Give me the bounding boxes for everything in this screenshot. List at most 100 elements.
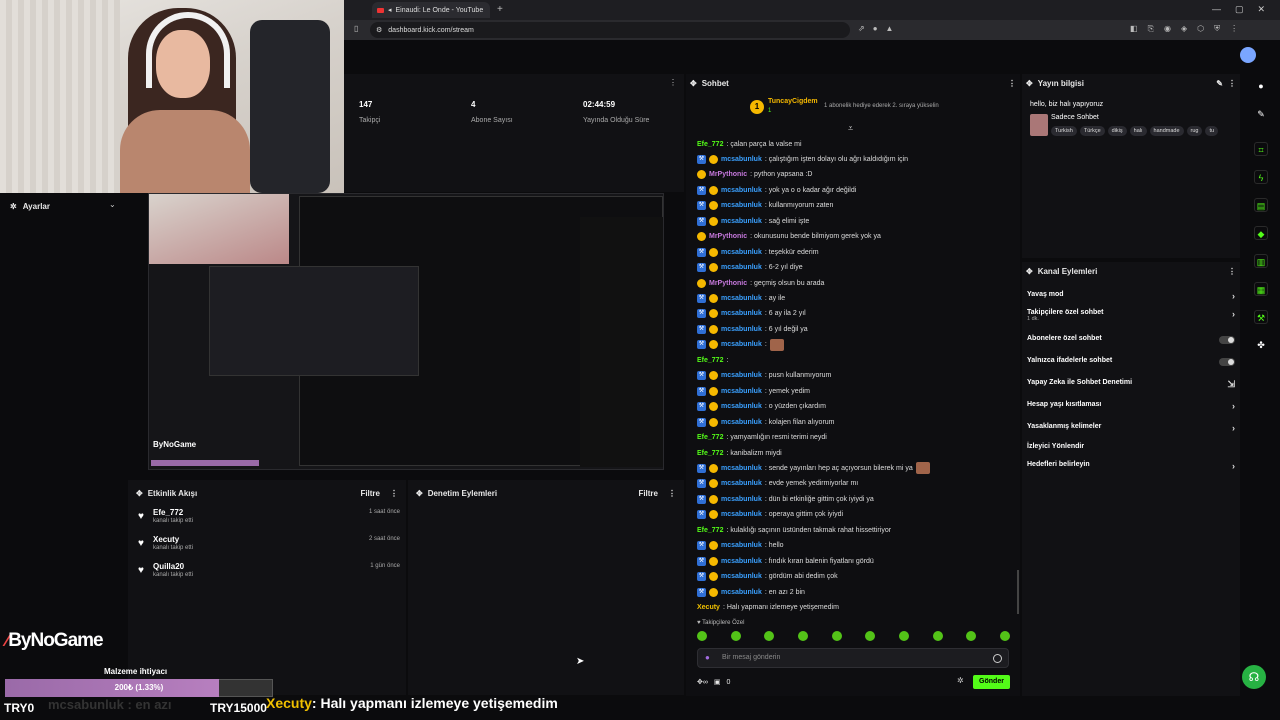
- channel-action-item[interactable]: Hedefleri belirleyin ›: [1027, 461, 1237, 475]
- stream-category[interactable]: Sadece Sohbet: [1051, 114, 1099, 121]
- feed-user[interactable]: Efe_772: [153, 508, 183, 517]
- stats-menu-icon[interactable]: ⋮: [669, 78, 677, 87]
- settings-link-icon[interactable]: ✥∞: [697, 678, 708, 686]
- chevron-right-icon[interactable]: ›: [1232, 461, 1235, 471]
- chat-username[interactable]: Efe_772: [697, 434, 723, 441]
- tag[interactable]: halı: [1129, 126, 1147, 136]
- page-icon[interactable]: ▯: [354, 24, 358, 33]
- chat-username[interactable]: MrPythonic: [709, 171, 747, 178]
- avatar[interactable]: [1240, 47, 1256, 63]
- chevron-right-icon[interactable]: ›: [1232, 291, 1235, 301]
- chat-username[interactable]: Xecuty: [697, 604, 720, 611]
- pencil-icon[interactable]: ✎: [1254, 107, 1268, 121]
- channel-action-item[interactable]: Abonelere özel sohbet: [1027, 335, 1237, 349]
- channel-action-item[interactable]: Yapay Zeka ile Sohbet Denetimi ⇲: [1027, 379, 1237, 393]
- minimize-button[interactable]: —: [1212, 4, 1221, 15]
- chat-username[interactable]: Efe_772: [697, 357, 723, 364]
- menu-icon[interactable]: ⋮: [668, 489, 676, 498]
- chat-username[interactable]: mcsabunluk: [721, 295, 762, 302]
- filter-button[interactable]: Filtre: [360, 489, 380, 498]
- extension-icon[interactable]: ◈: [1181, 24, 1187, 34]
- document-icon[interactable]: ▦: [1254, 282, 1268, 296]
- card-icon[interactable]: ▤: [1254, 198, 1268, 212]
- emote-icon[interactable]: [730, 631, 741, 641]
- chat-username[interactable]: mcsabunluk: [721, 372, 762, 379]
- url-field[interactable]: ⚙ dashboard.kick.com/stream: [370, 22, 850, 38]
- wrench-icon[interactable]: ⚒: [1254, 310, 1268, 324]
- emote-icon[interactable]: [898, 631, 909, 641]
- menu-icon[interactable]: ⋮: [1228, 79, 1236, 88]
- emote-icon[interactable]: [797, 631, 808, 641]
- channel-action-item[interactable]: Hesap yaşı kısıtlaması ›: [1027, 401, 1237, 415]
- channel-action-item[interactable]: Takipçilere özel sohbet 1 dk. ›: [1027, 309, 1237, 323]
- tag[interactable]: dikiş: [1107, 126, 1127, 136]
- extension-icon[interactable]: ◉: [1164, 24, 1171, 34]
- emoji-icon[interactable]: [993, 654, 1002, 663]
- emote-icon[interactable]: [697, 631, 707, 641]
- extension-icon[interactable]: ⬡: [1197, 24, 1204, 34]
- channel-action-item[interactable]: Yasaklanmış kelimeler ›: [1027, 423, 1237, 437]
- chat-bubble-icon[interactable]: ◆: [1254, 226, 1268, 240]
- chat-username[interactable]: mcsabunluk: [721, 419, 762, 426]
- extension-icon[interactable]: ●: [873, 24, 878, 33]
- close-button[interactable]: ✕: [1258, 4, 1266, 15]
- chat-username[interactable]: mcsabunluk: [721, 573, 762, 580]
- edit-icon[interactable]: ✎: [1216, 79, 1223, 88]
- chat-username[interactable]: mcsabunluk: [721, 480, 762, 487]
- lightning-icon[interactable]: ϟ: [1254, 170, 1268, 184]
- gear-icon[interactable]: ✲: [957, 676, 964, 685]
- mic-icon[interactable]: ●: [705, 653, 710, 662]
- chevron-right-icon[interactable]: ›: [1232, 401, 1235, 411]
- chat-scrollbar[interactable]: [1017, 570, 1019, 614]
- move-icon[interactable]: ✥: [1026, 79, 1033, 88]
- menu-icon[interactable]: ⋮: [390, 489, 398, 498]
- chat-username[interactable]: mcsabunluk: [721, 310, 762, 317]
- help-icon[interactable]: ☊: [1242, 665, 1266, 689]
- chat-username[interactable]: mcsabunluk: [721, 542, 762, 549]
- tag[interactable]: handmade: [1149, 126, 1184, 136]
- extension-icon[interactable]: ⎘: [1148, 24, 1154, 34]
- chat-username[interactable]: mcsabunluk: [721, 326, 762, 333]
- new-tab-button[interactable]: +: [497, 4, 503, 15]
- chevron-right-icon[interactable]: ›: [1232, 309, 1235, 319]
- feed-user[interactable]: Xecuty: [153, 535, 179, 544]
- collapse-icon[interactable]: ⩡: [848, 123, 853, 134]
- tag[interactable]: tu: [1205, 126, 1219, 136]
- settings-header[interactable]: ✲ Ayarlar: [0, 198, 126, 214]
- toggle-switch[interactable]: [1219, 358, 1235, 366]
- crop-icon[interactable]: ⌗: [1254, 142, 1268, 156]
- menu-icon[interactable]: ⋮: [1008, 79, 1016, 88]
- chat-username[interactable]: mcsabunluk: [721, 511, 762, 518]
- channel-action-item[interactable]: Yavaş mod ›: [1027, 291, 1237, 305]
- move-icon[interactable]: ✥: [416, 489, 423, 498]
- info-icon[interactable]: ●: [1254, 79, 1268, 93]
- chat-username[interactable]: Efe_772: [697, 527, 723, 534]
- filter-button[interactable]: Filtre: [638, 489, 658, 498]
- channel-action-item[interactable]: İzleyici Yönlendir: [1027, 443, 1237, 457]
- extension-icon[interactable]: ◧: [1130, 24, 1138, 34]
- gift-icon[interactable]: ▣: [714, 678, 721, 686]
- chat-username[interactable]: mcsabunluk: [721, 496, 762, 503]
- site-info-icon[interactable]: ⚙: [376, 26, 382, 34]
- chat-username[interactable]: Efe_772: [697, 450, 723, 457]
- chat-username[interactable]: mcsabunluk: [721, 465, 762, 472]
- extension-icon[interactable]: ⛨: [1214, 24, 1220, 34]
- move-icon[interactable]: ✥: [690, 79, 697, 88]
- chat-username[interactable]: Efe_772: [697, 141, 723, 148]
- move-icon[interactable]: ✥: [136, 489, 143, 498]
- bookmark-icon[interactable]: ▲: [886, 24, 894, 33]
- emote-icon[interactable]: [932, 631, 943, 641]
- chat-username[interactable]: mcsabunluk: [721, 264, 762, 271]
- tag[interactable]: Türkçe: [1079, 126, 1105, 136]
- emote-icon[interactable]: [865, 631, 876, 641]
- toggle-switch[interactable]: [1219, 336, 1235, 344]
- chat-username[interactable]: mcsabunluk: [721, 388, 762, 395]
- send-button[interactable]: Gönder: [973, 675, 1010, 689]
- emote-icon[interactable]: [999, 631, 1010, 641]
- chat-username[interactable]: mcsabunluk: [721, 187, 762, 194]
- browser-tab[interactable]: ◂ Einaudi: Le Onde - YouTube: [372, 2, 490, 18]
- chevron-right-icon[interactable]: ›: [1232, 423, 1235, 433]
- channel-action-item[interactable]: Yalnızca ifadelerle sohbet: [1027, 357, 1237, 371]
- feed-user[interactable]: Quilla20: [153, 562, 184, 571]
- chat-username[interactable]: MrPythonic: [709, 233, 747, 240]
